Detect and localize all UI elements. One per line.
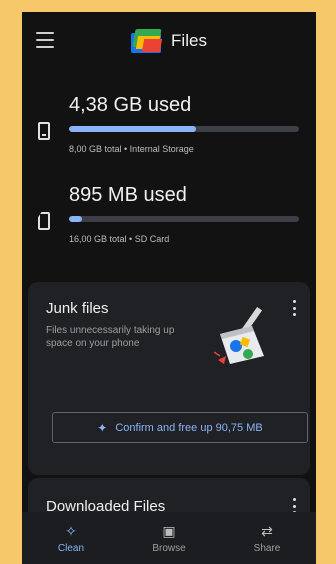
card-description: Files unnecessarily taking up space on y… — [46, 325, 175, 349]
storage-progress-bar — [69, 126, 299, 132]
app-title: Files — [171, 31, 207, 50]
sd-card-icon — [38, 212, 50, 230]
storage-total: 8,00 GB total • Internal Storage — [69, 144, 194, 154]
sd-card-storage-item[interactable]: 895 MB used 16,00 GB total • SD Card — [22, 182, 316, 262]
storage-progress-fill — [69, 126, 196, 132]
storage-progress-bar — [69, 216, 299, 222]
nav-label: Clean — [57, 543, 85, 554]
storage-progress-fill — [69, 216, 82, 222]
nav-label: Browse — [152, 543, 186, 554]
hamburger-menu-icon[interactable] — [36, 32, 54, 48]
app-bar: Files — [22, 12, 316, 70]
sparkle-icon: ✧ — [65, 523, 77, 539]
more-vert-icon[interactable] — [292, 300, 296, 316]
files-logo-icon — [131, 29, 163, 53]
app-title-group: Files — [131, 29, 207, 53]
nav-item-share[interactable]: ⇄ Share — [232, 522, 302, 554]
junk-files-card: Junk files Files unnecessarily taking up… — [28, 282, 310, 475]
bottom-navigation: ✧ Clean ▣ Browse ⇄ Share — [22, 512, 316, 564]
storage-total: 16,00 GB total • SD Card — [69, 234, 170, 244]
nav-item-clean[interactable]: ✧ Clean — [36, 522, 106, 554]
nav-item-browse[interactable]: ▣ Browse — [134, 522, 204, 554]
browse-icon: ▣ — [162, 523, 176, 539]
storage-used: 895 MB used — [69, 184, 187, 206]
confirm-button-label: Confirm and free up 90,75 MB — [115, 421, 263, 434]
broom-cleaning-illustration — [214, 306, 264, 364]
phone-screen: Files 4,38 GB used 8,00 GB total • Inter… — [22, 12, 316, 564]
phone-icon — [38, 122, 50, 140]
internal-storage-item[interactable]: 4,38 GB used 8,00 GB total • Internal St… — [22, 92, 316, 172]
confirm-free-up-button[interactable]: ✦ Confirm and free up 90,75 MB — [52, 412, 308, 443]
storage-used: 4,38 GB used — [69, 94, 192, 116]
nav-label: Share — [253, 543, 281, 554]
card-title: Junk files — [46, 300, 109, 317]
swap-arrows-icon: ⇄ — [261, 523, 273, 539]
sparkle-icon: ✦ — [97, 420, 108, 435]
